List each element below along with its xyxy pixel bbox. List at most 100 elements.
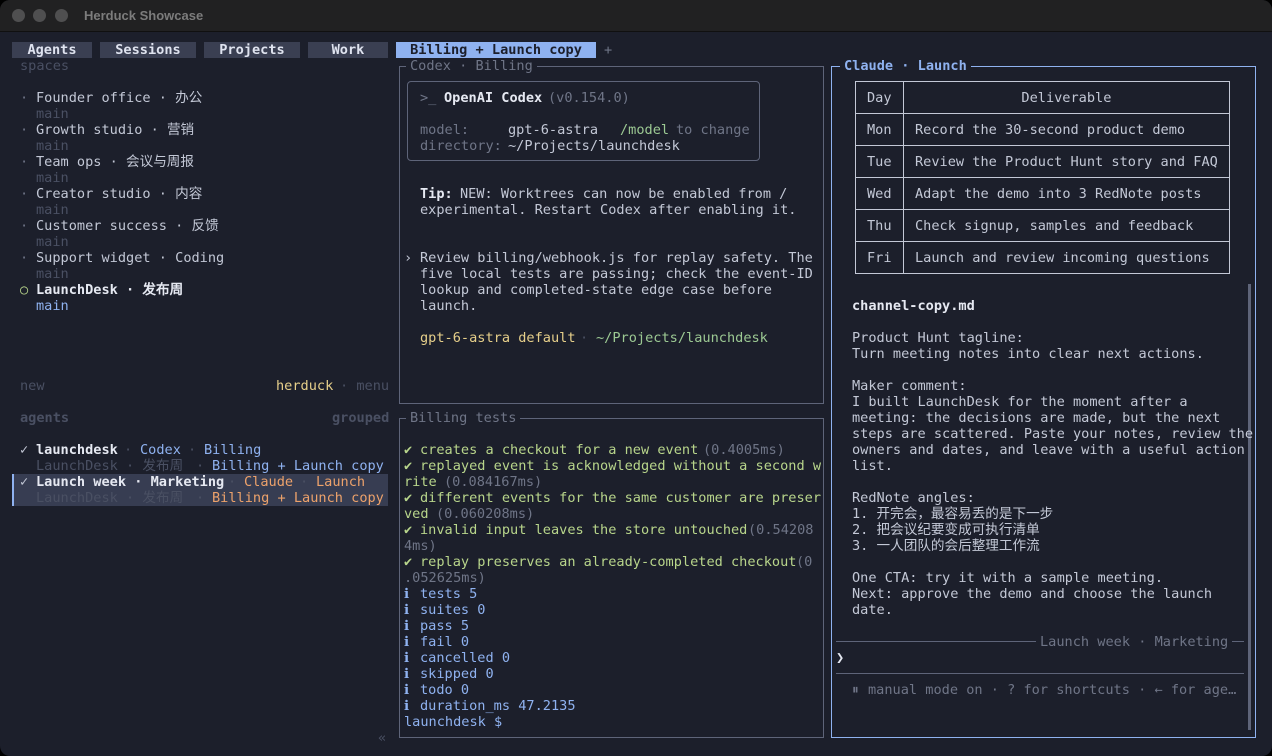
table-cell: Wed [855, 177, 904, 210]
tab-sessions[interactable]: Sessions [100, 42, 196, 58]
info-icon: ℹ [404, 666, 410, 682]
summary-line: cancelled 0 [420, 650, 511, 666]
codex-app-name: OpenAI Codex [444, 90, 543, 106]
menu-button[interactable]: · menu [340, 378, 389, 394]
claude-scrollbar[interactable] [1248, 284, 1251, 730]
directory-value: ~/Projects/launchdesk [508, 138, 680, 154]
test-name: creates a checkout for a new event [420, 442, 699, 458]
zoom-window-button[interactable] [55, 9, 68, 22]
shell-prompt[interactable]: launchdesk $ [404, 714, 502, 730]
summary-line: skipped 0 [420, 666, 494, 682]
table-row: Mon Record the 30-second product demo [855, 113, 1230, 146]
tab-projects[interactable]: Projects [204, 42, 300, 58]
space-name: Customer success · 反馈 [36, 218, 219, 234]
summary-line: tests 5 [420, 586, 478, 602]
copy-line: I built LaunchDesk for the moment after … [852, 394, 1188, 410]
bullet-icon: · [20, 186, 29, 202]
table-cell: Tue [855, 145, 904, 178]
new-space-button[interactable]: new [20, 378, 45, 394]
model-hint: to change [676, 122, 750, 138]
window-title: Herduck Showcase [84, 8, 204, 23]
tab-work[interactable]: Work [308, 42, 388, 58]
table-row: Tue Review the Product Hunt story and FAQ [855, 145, 1230, 178]
space-name: Team ops · 会议与周报 [36, 154, 194, 170]
space-name: LaunchDesk · 发布周 [36, 282, 184, 298]
summary-line: suites 0 [420, 602, 486, 618]
test-time: (0.084167ms) [444, 474, 543, 490]
summary-line: fail 0 [420, 634, 470, 650]
collapse-sidebar-icon[interactable]: « [378, 730, 386, 746]
copy-line: Product Hunt tagline: [852, 330, 1024, 346]
grouped-toggle[interactable]: grouped [332, 410, 389, 426]
status-directory: ~/Projects/launchdesk [596, 330, 768, 346]
claude-pane-title: Claude · Launch [840, 58, 971, 74]
pass-icon: ✔ [404, 458, 413, 474]
pass-icon: ✔ [404, 554, 413, 570]
test-time-wrap: 4ms) [404, 538, 437, 554]
agent-space: LaunchDesk · 发布周 [36, 458, 184, 474]
table-row: Wed Adapt the demo into 3 RedNote posts [855, 177, 1230, 210]
table-cell: Launch and review incoming questions [903, 241, 1230, 274]
tab-billing-launch-copy[interactable]: Billing + Launch copy [396, 42, 596, 58]
copy-line: RedNote angles: [852, 490, 975, 506]
test-name: replay preserves an already-completed ch… [420, 554, 797, 570]
table-cell: Fri [855, 241, 904, 274]
tip-label: Tip: [420, 186, 453, 202]
test-time-wrap: .052625ms) [404, 570, 486, 586]
space-branch: main [36, 138, 69, 154]
table-row: Thu Check signup, samples and feedback [855, 209, 1230, 242]
space-name: Growth studio · 营销 [36, 122, 195, 138]
agent-name: launchdesk [36, 442, 118, 458]
pass-icon: ✔ [404, 522, 413, 538]
separator: · [300, 474, 309, 490]
agent-space: LaunchDesk · 发布周 [36, 490, 184, 506]
copy-line: date. [852, 602, 893, 618]
info-icon: ℹ [404, 618, 410, 634]
test-time: (0.54208 [748, 522, 814, 538]
message-line: five local tests are passing; check the … [420, 266, 813, 282]
table-header-cell: Day [855, 81, 904, 114]
space-branch: main [36, 170, 69, 186]
space-branch: main [36, 298, 69, 314]
model-label: model: [420, 122, 470, 138]
divider [836, 673, 1244, 674]
close-window-button[interactable] [12, 9, 25, 22]
copy-line: 3. 一人团队的会后整理工作流 [852, 538, 1040, 554]
space-branch: main [36, 234, 69, 250]
copy-line: 1. 开完会，最容易丢的是下一步 [852, 506, 1054, 522]
minimize-window-button[interactable] [33, 9, 46, 22]
test-name: different events for the same customer a… [420, 490, 822, 506]
bullet-icon: · [20, 154, 29, 170]
space-name: Support widget · Coding [36, 250, 225, 266]
copy-line: 2. 把会议纪要变成可执行清单 [852, 522, 1040, 538]
separator: · [196, 490, 205, 506]
test-name: invalid input leaves the store untouched [420, 522, 748, 538]
agent-task: Billing [204, 442, 262, 458]
test-name-wrap: rite [404, 474, 437, 490]
info-icon: ℹ [404, 586, 410, 602]
copy-line: steps are scattered. Paste your notes, r… [852, 426, 1254, 442]
info-icon: ℹ [404, 650, 410, 666]
tab-agents[interactable]: Agents [12, 42, 92, 58]
info-icon: ℹ [404, 682, 410, 698]
footer-status: manual mode on · ? for shortcuts · ← for… [868, 682, 1237, 698]
copy-line: Maker comment: [852, 378, 967, 394]
table-cell: Mon [855, 113, 904, 146]
file-name: channel-copy.md [852, 298, 975, 314]
tip-text: experimental. Restart Codex after enabli… [420, 202, 797, 218]
input-prompt-icon[interactable]: ❯ [836, 650, 844, 666]
agents-heading: agents [20, 410, 70, 426]
divider-tail [1236, 641, 1244, 642]
message-line: lookup and completed-state edge case bef… [420, 282, 772, 298]
bullet-icon: · [20, 218, 29, 234]
space-branch: main [36, 106, 69, 122]
spaces-heading: spaces [20, 58, 70, 74]
new-tab-icon[interactable]: + [604, 42, 612, 58]
bullet-icon: · [20, 90, 29, 106]
copy-line: One CTA: try it with a sample meeting. [852, 570, 1163, 586]
model-command: /model [620, 122, 670, 138]
test-name-wrap: ved [404, 506, 429, 522]
table-cell: Review the Product Hunt story and FAQ [903, 145, 1230, 178]
test-time: (0.4005ms) [703, 442, 785, 458]
terminal-prompt-icon: >_ [420, 90, 437, 106]
